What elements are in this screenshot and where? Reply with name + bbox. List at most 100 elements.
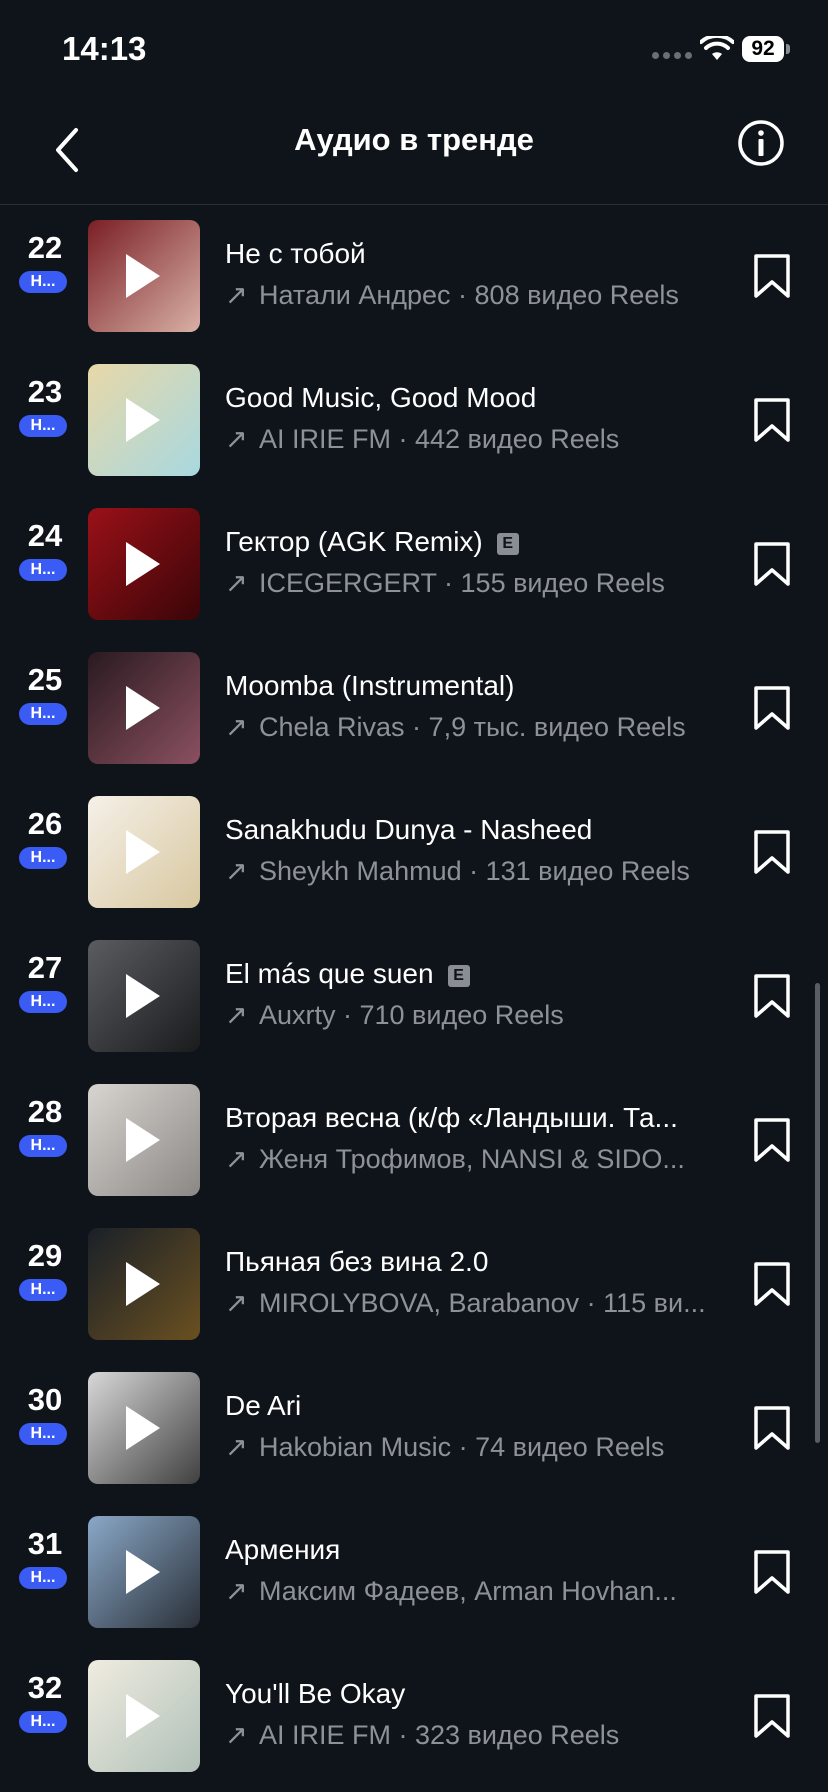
track-row[interactable]: 32 Н... You'll Be Okay ↗ AI IRIE FM · 323… — [0, 1644, 828, 1788]
track-title[interactable]: Гектор (AGK Remix) E — [225, 526, 715, 558]
track-row[interactable]: 28 Н... Вторая весна (к/ф «Ландыши. Та..… — [0, 1068, 828, 1212]
new-badge: Н... — [19, 1567, 67, 1589]
play-icon[interactable] — [126, 1262, 160, 1306]
bookmark-icon[interactable] — [752, 685, 792, 731]
track-rank: 29 — [27, 1238, 63, 1273]
track-title[interactable]: Sanakhudu Dunya - Nasheed — [225, 814, 715, 846]
new-badge: Н... — [19, 991, 67, 1013]
track-title-text: You'll Be Okay — [225, 1678, 406, 1709]
track-row[interactable]: 29 Н... Пьяная без вина 2.0 ↗ MIROLYBOVA,… — [0, 1212, 828, 1356]
album-cover[interactable] — [88, 796, 200, 908]
trending-arrow-icon: ↗ — [225, 280, 248, 310]
track-meta-text: AI IRIE FM · 323 видео Reels — [259, 1720, 620, 1750]
track-row[interactable]: 31 Н... Армения ↗ Максим Фадеев, Arman Ho… — [0, 1500, 828, 1644]
track-title-text: Good Music, Good Mood — [225, 382, 537, 413]
info-icon[interactable] — [736, 118, 786, 168]
bookmark-icon[interactable] — [752, 1261, 792, 1307]
track-title[interactable]: You'll Be Okay — [225, 1678, 715, 1710]
track-row[interactable]: 24 Н... Гектор (AGK Remix) E ↗ ICEGERGERT … — [0, 492, 828, 636]
play-icon[interactable] — [126, 254, 160, 298]
track-rank: 30 — [27, 1382, 63, 1417]
new-badge: Н... — [19, 1279, 67, 1301]
play-icon[interactable] — [126, 974, 160, 1018]
play-icon[interactable] — [126, 398, 160, 442]
track-meta: ↗ Hakobian Music · 74 видео Reels — [225, 1432, 715, 1463]
bookmark-icon[interactable] — [752, 253, 792, 299]
bookmark-icon[interactable] — [752, 829, 792, 875]
play-icon[interactable] — [126, 1550, 160, 1594]
trending-arrow-icon: ↗ — [225, 1288, 248, 1318]
track-title-text: Армения — [225, 1534, 341, 1565]
new-badge: Н... — [19, 271, 67, 293]
track-meta: ↗ Auxrty · 710 видео Reels — [225, 1000, 715, 1031]
play-icon[interactable] — [126, 1694, 160, 1738]
album-cover[interactable] — [88, 220, 200, 332]
explicit-icon: E — [496, 532, 519, 555]
trending-arrow-icon: ↗ — [225, 1144, 248, 1174]
track-meta-text: Максим Фадеев, Arman Hovhan... — [259, 1576, 677, 1606]
track-meta: ↗ MIROLYBOVA, Barabanov · 115 ви... — [225, 1288, 715, 1319]
track-title[interactable]: Армения — [225, 1534, 715, 1566]
album-cover[interactable] — [88, 1660, 200, 1772]
new-badge: Н... — [19, 1711, 67, 1733]
album-cover[interactable] — [88, 1516, 200, 1628]
play-icon[interactable] — [126, 542, 160, 586]
play-icon[interactable] — [126, 1118, 160, 1162]
bookmark-icon[interactable] — [752, 1117, 792, 1163]
new-badge: Н... — [19, 703, 67, 725]
trending-arrow-icon: ↗ — [225, 568, 248, 598]
cellular-signal-icon — [652, 52, 692, 59]
track-title[interactable]: Не с тобой — [225, 238, 715, 270]
bookmark-icon[interactable] — [752, 973, 792, 1019]
album-cover[interactable] — [88, 508, 200, 620]
bookmark-icon[interactable] — [752, 1405, 792, 1451]
bookmark-icon[interactable] — [752, 397, 792, 443]
track-meta: ↗ Женя Трофимов, NANSI & SIDO... — [225, 1144, 715, 1175]
track-meta: ↗ AI IRIE FM · 442 видео Reels — [225, 424, 715, 455]
album-cover[interactable] — [88, 1228, 200, 1340]
track-title[interactable]: Вторая весна (к/ф «Ландыши. Та... — [225, 1102, 715, 1134]
battery-indicator: 92 — [742, 36, 784, 62]
bookmark-icon[interactable] — [752, 1549, 792, 1595]
track-meta-text: Натали Андрес · 808 видео Reels — [259, 280, 679, 310]
wifi-icon — [700, 36, 734, 60]
trending-arrow-icon: ↗ — [225, 1576, 248, 1606]
album-cover[interactable] — [88, 1372, 200, 1484]
track-title[interactable]: Moomba (Instrumental) — [225, 670, 715, 702]
album-cover[interactable] — [88, 652, 200, 764]
scrollbar[interactable] — [815, 983, 820, 1443]
album-cover[interactable] — [88, 940, 200, 1052]
bookmark-icon[interactable] — [752, 1693, 792, 1739]
track-rank: 26 — [27, 806, 63, 841]
track-title[interactable]: Пьяная без вина 2.0 — [225, 1246, 715, 1278]
track-row[interactable]: 22 Н... Не с тобой ↗ Натали Андрес · 808 … — [0, 204, 828, 348]
track-title-text: Moomba (Instrumental) — [225, 670, 515, 701]
track-row[interactable]: 26 Н... Sanakhudu Dunya - Nasheed ↗ Sheyk… — [0, 780, 828, 924]
track-row[interactable]: 30 Н... De Ari ↗ Hakobian Music · 74 виде… — [0, 1356, 828, 1500]
page-title: Аудио в тренде — [294, 122, 534, 157]
album-cover[interactable] — [88, 1084, 200, 1196]
trending-arrow-icon: ↗ — [225, 712, 248, 742]
album-cover[interactable] — [88, 364, 200, 476]
track-meta-text: Sheykh Mahmud · 131 видео Reels — [259, 856, 690, 886]
new-badge: Н... — [19, 1423, 67, 1445]
track-title-text: Гектор (AGK Remix) — [225, 526, 483, 557]
track-row[interactable]: 27 Н... El más que suen E ↗ Auxrty · 710 в… — [0, 924, 828, 1068]
play-icon[interactable] — [126, 1406, 160, 1450]
track-row[interactable]: 23 Н... Good Music, Good Mood ↗ AI IRIE F… — [0, 348, 828, 492]
track-meta-text: ICEGERGERT · 155 видео Reels — [259, 568, 665, 598]
status-bar: 14:13 92 — [0, 0, 828, 100]
play-icon[interactable] — [126, 686, 160, 730]
track-meta-text: Женя Трофимов, NANSI & SIDO... — [259, 1144, 685, 1174]
trending-arrow-icon: ↗ — [225, 1720, 248, 1750]
track-title[interactable]: De Ari — [225, 1390, 715, 1422]
track-row[interactable]: 25 Н... Moomba (Instrumental) ↗ Chela Riv… — [0, 636, 828, 780]
track-meta-text: Chela Rivas · 7,9 тыс. видео Reels — [259, 712, 686, 742]
track-meta: ↗ Sheykh Mahmud · 131 видео Reels — [225, 856, 715, 887]
track-title[interactable]: El más que suen E — [225, 958, 715, 990]
play-icon[interactable] — [126, 830, 160, 874]
track-meta: ↗ Максим Фадеев, Arman Hovhan... — [225, 1576, 715, 1607]
bookmark-icon[interactable] — [752, 541, 792, 587]
track-title[interactable]: Good Music, Good Mood — [225, 382, 715, 414]
trending-arrow-icon: ↗ — [225, 856, 248, 886]
